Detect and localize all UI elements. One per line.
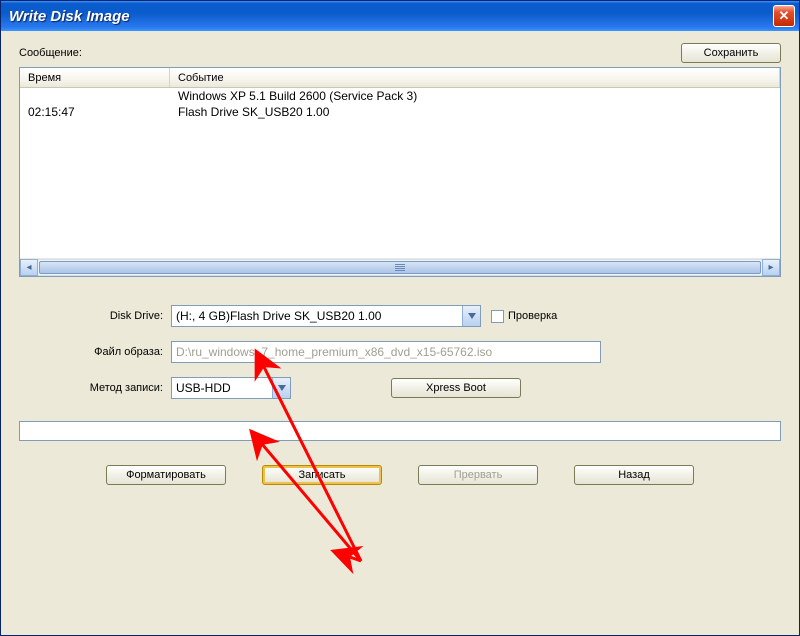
image-file-field: D:\ru_windows_7_home_premium_x86_dvd_x15… xyxy=(171,341,601,363)
close-icon: ✕ xyxy=(779,8,790,24)
chevron-down-icon xyxy=(278,385,286,391)
log-header: Время Событие xyxy=(20,68,780,88)
image-file-value: D:\ru_windows_7_home_premium_x86_dvd_x15… xyxy=(172,345,600,359)
xpress-boot-button[interactable]: Xpress Boot xyxy=(391,378,521,398)
log-body: Windows XP 5.1 Build 2600 (Service Pack … xyxy=(20,88,780,258)
chevron-left-icon: ◂ xyxy=(26,262,31,273)
back-button[interactable]: Назад xyxy=(574,465,694,485)
verify-label: Проверка xyxy=(508,310,557,322)
image-file-label: Файл образа: xyxy=(19,346,171,358)
column-time[interactable]: Время xyxy=(20,68,170,87)
window: Write Disk Image ✕ Сообщение: Сохранить … xyxy=(0,0,800,636)
titlebar[interactable]: Write Disk Image ✕ xyxy=(1,1,799,31)
log-listview[interactable]: Время Событие Windows XP 5.1 Build 2600 … xyxy=(19,67,781,277)
progress-bar xyxy=(19,421,781,441)
scroll-right-button[interactable]: ▸ xyxy=(762,259,780,276)
column-event[interactable]: Событие xyxy=(170,68,780,87)
disk-drive-label: Disk Drive: xyxy=(19,310,171,322)
message-label: Сообщение: xyxy=(19,47,82,59)
save-button[interactable]: Сохранить xyxy=(681,43,781,63)
dropdown-button[interactable] xyxy=(462,306,480,326)
window-title: Write Disk Image xyxy=(9,8,773,25)
format-button[interactable]: Форматировать xyxy=(106,465,226,485)
close-button[interactable]: ✕ xyxy=(773,5,795,27)
dropdown-button[interactable] xyxy=(272,378,290,398)
write-button[interactable]: Записать xyxy=(262,465,382,485)
cell-event: Windows XP 5.1 Build 2600 (Service Pack … xyxy=(170,89,780,103)
cell-time: 02:15:47 xyxy=(20,105,170,119)
chevron-down-icon xyxy=(468,313,476,319)
verify-checkbox[interactable]: Проверка xyxy=(491,310,557,323)
disk-drive-select[interactable]: (H:, 4 GB)Flash Drive SK_USB20 1.00 xyxy=(171,305,481,327)
chevron-right-icon: ▸ xyxy=(768,262,773,273)
scroll-left-button[interactable]: ◂ xyxy=(20,259,38,276)
write-method-label: Метод записи: xyxy=(19,382,171,394)
checkbox-box[interactable] xyxy=(491,310,504,323)
horizontal-scrollbar[interactable]: ◂ ▸ xyxy=(20,258,780,276)
write-method-select[interactable]: USB-HDD xyxy=(171,377,291,399)
write-method-value: USB-HDD xyxy=(172,381,272,395)
abort-button: Прервать xyxy=(418,465,538,485)
scroll-track[interactable] xyxy=(38,259,762,276)
table-row[interactable]: Windows XP 5.1 Build 2600 (Service Pack … xyxy=(20,88,780,104)
cell-time xyxy=(20,89,170,103)
disk-drive-value: (H:, 4 GB)Flash Drive SK_USB20 1.00 xyxy=(172,309,462,323)
table-row[interactable]: 02:15:47 Flash Drive SK_USB20 1.00 xyxy=(20,104,780,120)
cell-event: Flash Drive SK_USB20 1.00 xyxy=(170,105,780,119)
scroll-thumb[interactable] xyxy=(39,261,761,274)
client-area: Сообщение: Сохранить Время Событие Windo… xyxy=(1,31,799,635)
